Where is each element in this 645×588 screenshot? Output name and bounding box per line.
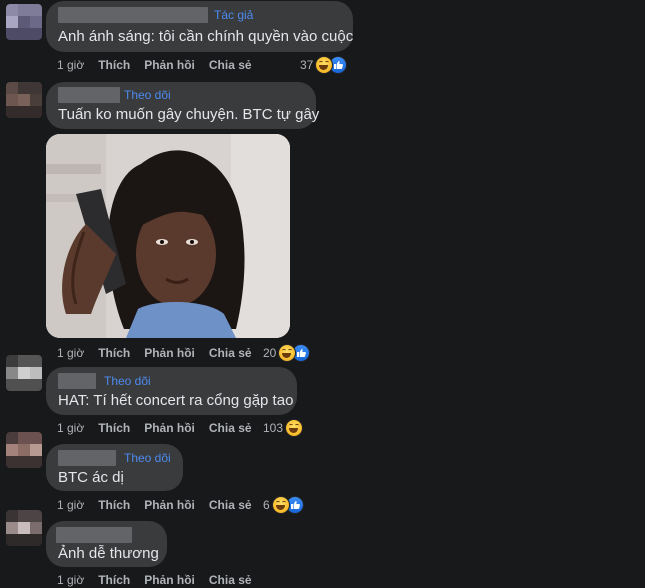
like-button[interactable]: Thích <box>98 58 130 72</box>
like-button[interactable]: Thích <box>98 573 130 587</box>
comment-actions: 1 giờ Thích Phản hồi Chia sẻ <box>57 57 266 73</box>
author-name-redacted[interactable] <box>58 7 208 23</box>
like-button[interactable]: Thích <box>98 421 130 435</box>
comment-text: Tuấn ko muốn gây chuyện. BTC tự gây <box>58 106 320 123</box>
reply-button[interactable]: Phản hồi <box>144 498 195 512</box>
avatar[interactable] <box>6 82 42 118</box>
follow-link[interactable]: Theo dõi <box>104 374 151 388</box>
comment-time[interactable]: 1 giờ <box>57 573 84 587</box>
comment-bubble: Theo dõi BTC ác dị <box>46 444 183 491</box>
author-name-redacted[interactable] <box>58 87 120 103</box>
follow-link[interactable]: Theo dõi <box>124 88 171 102</box>
share-button[interactable]: Chia sẻ <box>209 498 252 512</box>
share-button[interactable]: Chia sẻ <box>209 573 252 587</box>
comment-bubble: Theo dõi HAT: Tí hết concert ra cổng gặp… <box>46 367 297 415</box>
comment-text: Anh ánh sáng: tôi cần chính quyền vào cu… <box>58 28 354 45</box>
haha-reaction-icon <box>285 419 304 437</box>
reaction-count: 37 <box>300 58 314 72</box>
avatar[interactable] <box>6 355 42 391</box>
comment-bubble: Tác giả Anh ánh sáng: tôi cần chính quyề… <box>46 1 353 52</box>
comment-time[interactable]: 1 giờ <box>57 346 84 360</box>
follow-link[interactable]: Theo dõi <box>124 451 171 465</box>
reaction-summary[interactable]: 37 <box>300 56 348 74</box>
comment-text: BTC ác dị <box>58 469 124 486</box>
comment-time[interactable]: 1 giờ <box>57 58 84 72</box>
reaction-summary[interactable]: 6 <box>263 496 304 514</box>
comment-bubble: Theo dõi Tuấn ko muốn gây chuyện. BTC tự… <box>46 82 320 129</box>
comment-actions: 1 giờ Thích Phản hồi Chia sẻ <box>57 420 266 436</box>
comment-actions: 1 giờ Thích Phản hồi Chia sẻ <box>57 345 266 361</box>
author-name-redacted[interactable] <box>58 450 116 466</box>
like-button[interactable]: Thích <box>98 346 130 360</box>
share-button[interactable]: Chia sẻ <box>209 58 252 72</box>
reaction-count: 20 <box>263 346 277 360</box>
author-name-redacted[interactable] <box>56 527 132 543</box>
photo-image <box>46 134 290 338</box>
comment-text: HAT: Tí hết concert ra cổng gặp tao <box>58 392 294 409</box>
like-button[interactable]: Thích <box>98 498 130 512</box>
reply-button[interactable]: Phản hồi <box>144 58 195 72</box>
comment-text: Ảnh dễ thương <box>58 545 159 562</box>
reaction-count: 103 <box>263 421 284 435</box>
share-button[interactable]: Chia sẻ <box>209 421 252 435</box>
reply-button[interactable]: Phản hồi <box>144 346 195 360</box>
comment-actions: 1 giờ Thích Phản hồi Chia sẻ <box>57 497 266 513</box>
comment-time[interactable]: 1 giờ <box>57 421 84 435</box>
reaction-count: 6 <box>263 498 270 512</box>
reaction-summary[interactable]: 103 <box>263 419 304 437</box>
reaction-summary[interactable]: 20 <box>263 344 311 362</box>
comment-time[interactable]: 1 giờ <box>57 498 84 512</box>
reply-button[interactable]: Phản hồi <box>144 573 195 587</box>
share-button[interactable]: Chia sẻ <box>209 346 252 360</box>
meme-photo[interactable] <box>46 134 290 338</box>
reply-button[interactable]: Phản hồi <box>144 421 195 435</box>
comment-actions: 1 giờ Thích Phản hồi Chia sẻ <box>57 572 266 588</box>
author-name-redacted[interactable] <box>58 373 96 389</box>
avatar[interactable] <box>6 4 42 40</box>
comment-bubble: Ảnh dễ thương <box>46 521 167 567</box>
avatar[interactable] <box>6 510 42 546</box>
haha-reaction-icon <box>271 496 290 514</box>
author-tag[interactable]: Tác giả <box>214 8 253 22</box>
avatar[interactable] <box>6 432 42 468</box>
